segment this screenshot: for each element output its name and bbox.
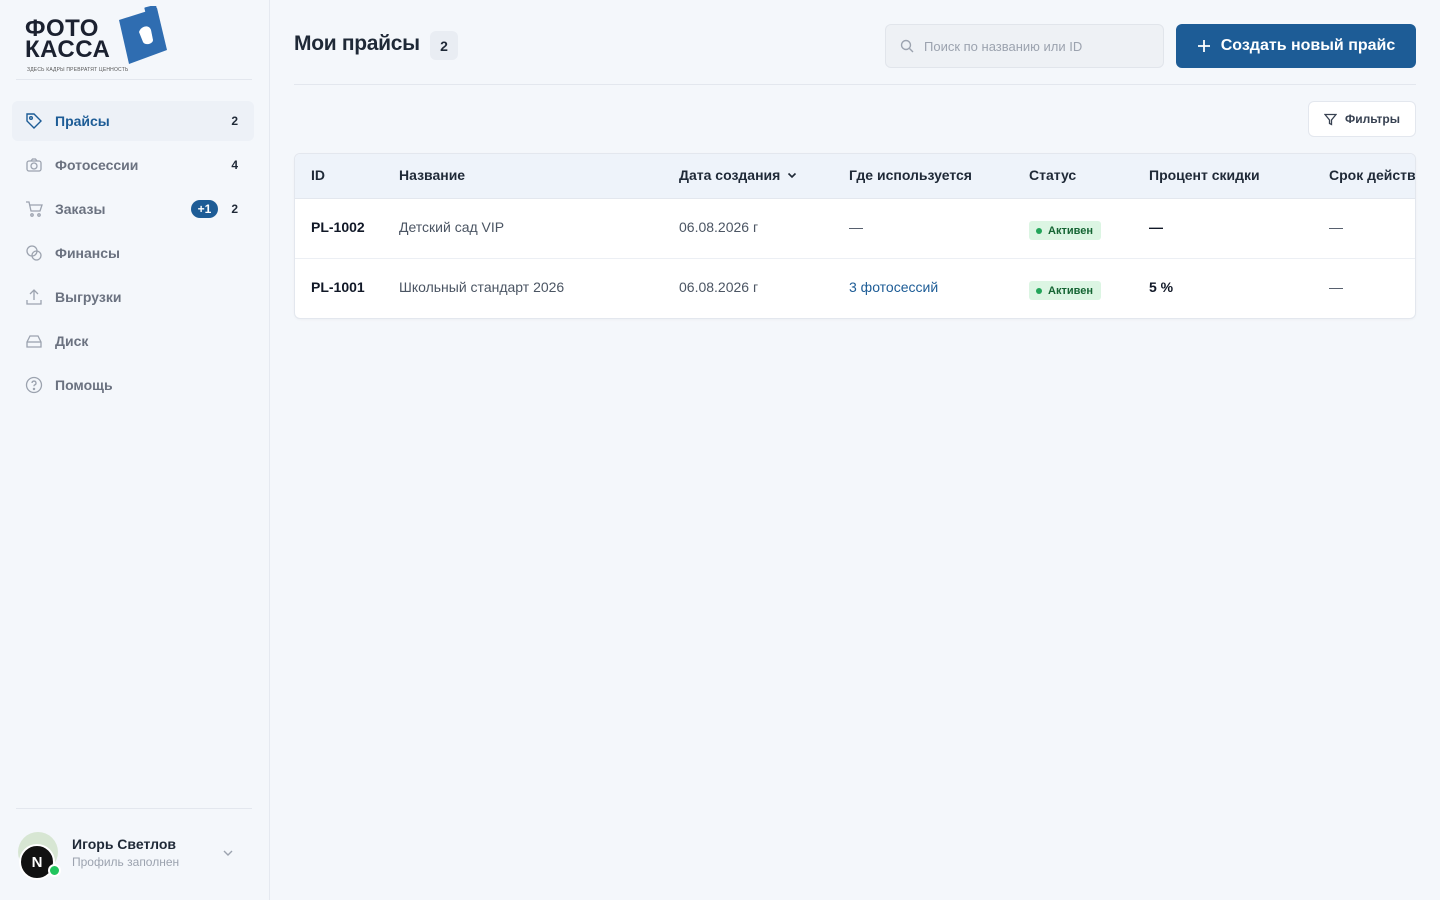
filters-label: Фильтры	[1344, 112, 1401, 126]
price-count-badge: 2	[430, 31, 458, 60]
search-icon	[900, 39, 914, 53]
sidebar-item-prices[interactable]: Прайсы 2	[12, 101, 254, 141]
price-discount: —	[1149, 219, 1163, 235]
price-discount: 5 %	[1149, 279, 1174, 295]
status-badge: Активен	[1029, 221, 1101, 240]
chevron-down-icon[interactable]	[221, 846, 235, 860]
column-header-name[interactable]: Название	[399, 167, 465, 183]
filters-button[interactable]: Фильтры	[1308, 101, 1416, 137]
price-term: —	[1329, 219, 1343, 235]
sidebar-item-count: 2	[231, 202, 238, 216]
column-header-term[interactable]: Срок действия	[1329, 167, 1415, 183]
price-id: PL-1001	[311, 279, 365, 295]
column-header-status[interactable]: Статус	[1029, 167, 1076, 183]
camera-logo-icon	[119, 6, 167, 64]
price-term: —	[1329, 279, 1343, 295]
sidebar-item-label: Помощь	[55, 377, 113, 393]
column-header-discount[interactable]: Процент скидки	[1149, 167, 1260, 183]
price-name: Школьный стандарт 2026	[399, 279, 565, 295]
sidebar-item-count: 2	[231, 114, 238, 128]
search-input[interactable]	[924, 38, 1154, 54]
sidebar-item-count: 4	[231, 158, 238, 172]
sidebar-item-label: Фотосессии	[55, 157, 139, 173]
price-usage-link[interactable]: 3 фотосессий	[849, 279, 938, 295]
sidebar-item-orders[interactable]: Заказы +1 2	[12, 189, 254, 229]
coins-icon	[24, 243, 44, 263]
upload-icon	[24, 287, 44, 307]
user-profile[interactable]: N Игорь Светлов Профиль заполнен	[16, 830, 252, 886]
sidebar-divider	[16, 79, 252, 80]
status-badge: Активен	[1029, 281, 1101, 300]
status-text: Активен	[1048, 284, 1093, 297]
profile-name: Игорь Светлов	[72, 836, 176, 852]
camera-icon	[24, 155, 44, 175]
header-divider	[294, 84, 1416, 85]
filter-icon	[1323, 113, 1337, 126]
sidebar-nav: Прайсы 2 Фотосессии 4 Заказы +1 2 Финанс…	[12, 101, 254, 409]
help-icon	[24, 375, 44, 395]
sidebar-item-label: Прайсы	[55, 113, 110, 129]
column-header-date-label: Дата создания	[679, 167, 781, 183]
sort-chevron-down-icon	[788, 172, 797, 179]
price-usage: —	[849, 219, 863, 235]
sidebar-item-help[interactable]: Помощь	[12, 365, 254, 405]
table-row[interactable]: PL-1001 Школьный стандарт 2026 06.08.202…	[295, 259, 1415, 318]
brand-tagline: ЗДЕСЬ КАДРЫ ПРЕВРАТЯТ ЦЕННОСТЬ	[27, 67, 129, 73]
sidebar-item-label: Заказы	[55, 201, 106, 217]
price-id: PL-1002	[311, 219, 365, 235]
create-price-label: Создать новый прайс	[1220, 37, 1396, 54]
table-header: ID Название Дата создания Где использует…	[295, 154, 1415, 199]
profile-status: Профиль заполнен	[72, 855, 180, 869]
status-dot	[1036, 287, 1042, 294]
sidebar-item-label: Финансы	[55, 245, 120, 261]
sidebar-item-disk[interactable]: Диск	[12, 321, 254, 361]
price-date: 06.08.2026 г	[679, 219, 759, 235]
sidebar-item-label: Диск	[55, 333, 89, 349]
sidebar: ФОТО КАССА ЗДЕСЬ КАДРЫ ПРЕВРАТЯТ ЦЕННОСТ…	[0, 0, 270, 900]
table-row[interactable]: PL-1002 Детский сад VIP 06.08.2026 г — А…	[295, 199, 1415, 259]
column-header-usage[interactable]: Где используется	[849, 167, 972, 183]
sidebar-item-exports[interactable]: Выгрузки	[12, 277, 254, 317]
sidebar-item-photosessions[interactable]: Фотосессии 4	[12, 145, 254, 185]
column-header-id[interactable]: ID	[311, 167, 325, 183]
column-header-date[interactable]: Дата создания	[679, 167, 798, 183]
search-box[interactable]	[885, 24, 1164, 68]
tag-icon	[24, 111, 44, 131]
status-dot	[1036, 227, 1042, 234]
sidebar-divider	[16, 808, 252, 809]
sidebar-item-finance[interactable]: Финансы	[12, 233, 254, 273]
sidebar-item-label: Выгрузки	[55, 289, 122, 305]
price-name: Детский сад VIP	[399, 219, 505, 235]
status-text: Активен	[1048, 224, 1093, 237]
brand-logo[interactable]: ФОТО КАССА ЗДЕСЬ КАДРЫ ПРЕВРАТЯТ ЦЕННОСТ…	[25, 6, 170, 76]
plus-icon	[1197, 40, 1210, 52]
disk-icon	[24, 331, 44, 351]
price-date: 06.08.2026 г	[679, 279, 759, 295]
online-status-dot	[48, 864, 61, 877]
new-orders-badge: +1	[191, 200, 218, 218]
prices-table: ID Название Дата создания Где использует…	[294, 153, 1416, 319]
create-price-button[interactable]: Создать новый прайс	[1176, 24, 1416, 68]
brand-name: ФОТО КАССА	[25, 15, 111, 63]
cart-icon	[24, 199, 44, 219]
page-title: Мои прайсы	[294, 32, 420, 55]
